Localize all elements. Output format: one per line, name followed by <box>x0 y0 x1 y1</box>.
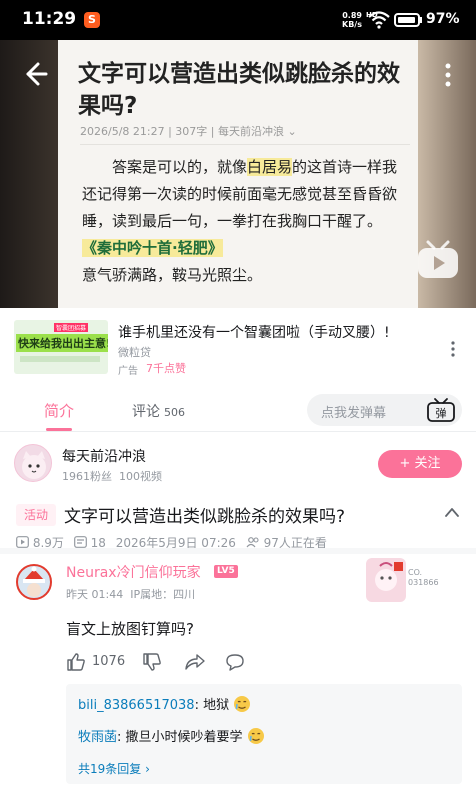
ad-thumbnail-bar <box>20 356 100 362</box>
uploader-name[interactable]: 每天前沿冲浪 <box>62 446 146 466</box>
play-tv-icon[interactable] <box>414 238 462 282</box>
wifi-icon <box>368 11 390 29</box>
danmaku-count-icon <box>73 536 87 548</box>
danmaku-placeholder: 点我发弹幕 <box>321 406 387 421</box>
article-meta: 2026/5/8 21:27 | 307字 | 每天前沿冲浪 ⌄ <box>80 125 297 138</box>
reply-text: : 撒旦小时候吵着要学 <box>117 730 243 745</box>
share-icon[interactable] <box>184 652 206 672</box>
activity-badge[interactable]: 活动 <box>16 504 56 526</box>
thumb-down-icon[interactable] <box>142 652 162 672</box>
article-text: 答案是可以的，就像 <box>112 158 248 176</box>
crying-emoji-icon <box>247 728 264 744</box>
comment-ip: IP属地：四川 <box>130 588 196 601</box>
tab-comments-label: 评论 <box>132 404 160 420</box>
thumb-up-icon[interactable] <box>66 652 86 672</box>
video-player[interactable]: 文字可以营造出类似跳脸杀的效果吗? 2026/5/8 21:27 | 307字 … <box>0 40 476 308</box>
poem-line: 意气骄满路，鞍马光照尘。 <box>82 266 263 284</box>
comment-count: 506 <box>164 406 185 419</box>
collapse-chevron-icon[interactable] <box>444 506 460 518</box>
reply-preview-box[interactable]: bili_83866517038: 地狱 牧雨菡: 撒旦小时候吵着要学 共19条… <box>66 684 462 784</box>
fan-badge-image[interactable] <box>366 558 406 602</box>
reply-item[interactable]: 牧雨菡: 撒旦小时候吵着要学 <box>78 726 265 745</box>
comment-text: 盲文上放图钉算吗? <box>66 620 194 638</box>
ad-banner[interactable]: 智囊团招募 快来给我出出主意! 谁手机里还没有一个智囊团啦（手动叉腰）! 微粒贷… <box>0 308 476 390</box>
comment-meta: 昨天 01:44 IP属地：四川 <box>66 586 195 602</box>
comment-actions: 1076 <box>66 650 266 674</box>
ad-advertiser: 微粒贷 <box>118 346 151 359</box>
uploader-video-count: 100视频 <box>119 470 162 483</box>
view-all-replies-link[interactable]: 共19条回复 › <box>78 760 150 777</box>
fan-badge-serial: 031866 <box>408 578 439 587</box>
uploader-card: 每天前沿冲浪 1961粉丝 100视频 + 关注 <box>0 432 476 494</box>
santa-avatar-icon <box>23 566 45 597</box>
fan-badge-number: CO. 031866 <box>408 568 439 588</box>
uploader-stats: 1961粉丝 100视频 <box>62 468 162 484</box>
tab-intro[interactable]: 简介 <box>44 400 74 421</box>
commenter-name[interactable]: Neurax冷门信仰玩家 <box>66 562 201 582</box>
comment-item: Neurax冷门信仰玩家 LV5 昨天 01:44 IP属地：四川 CO. 03… <box>0 554 476 800</box>
danmaku-input[interactable]: 点我发弹幕 弹 <box>307 394 462 426</box>
article-body: 答案是可以的，就像白居易的这首诗一样我还记得第一次读的时候前面毫无感觉甚至昏昏欲… <box>82 154 412 289</box>
comment-time: 昨天 01:44 <box>66 588 124 601</box>
article-title: 文字可以营造出类似跳脸杀的效果吗? <box>78 61 400 119</box>
play-count-icon <box>16 536 29 548</box>
network-speed-value: 0.89 <box>342 11 362 20</box>
poem-title: 《秦中吟十首·轻肥》 <box>82 239 223 257</box>
app-notification-icon: S <box>84 12 100 28</box>
danmaku-toggle-glyph: 弹 <box>436 406 447 420</box>
article-divider <box>80 144 410 145</box>
ad-thumbnail-tag: 智囊团招募 <box>54 323 89 332</box>
uploader-avatar[interactable] <box>14 444 52 482</box>
battery-percent: 97% <box>426 11 460 27</box>
level-badge: LV5 <box>214 565 238 578</box>
tab-active-indicator <box>46 428 72 431</box>
battery-icon <box>394 13 420 27</box>
status-time: 11:29 <box>22 9 77 29</box>
ad-more-icon[interactable] <box>448 340 458 358</box>
reply-user[interactable]: 牧雨菡 <box>78 730 117 745</box>
status-bar: 11:29 S 0.89 KB/s HD 97% <box>0 0 476 40</box>
commenter-avatar[interactable] <box>16 564 52 600</box>
reply-icon[interactable] <box>224 652 246 672</box>
more-options-icon[interactable] <box>438 62 458 88</box>
back-arrow-icon[interactable] <box>18 58 50 90</box>
reply-item[interactable]: bili_83866517038: 地狱 <box>78 694 251 713</box>
video-title-section: 活动 文字可以营造出类似跳脸杀的效果吗? 8.9万 18 2026年5月9日 0… <box>0 494 476 554</box>
reply-user[interactable]: bili_83866517038 <box>78 698 195 713</box>
fan-badge-prefix: CO. <box>408 568 423 577</box>
cat-avatar-icon <box>22 451 46 479</box>
tab-bar: 简介 评论 506 点我发弹幕 弹 <box>0 390 476 432</box>
uploader-fans: 1961粉丝 <box>62 470 112 483</box>
network-speed-unit: KB/s <box>342 20 362 29</box>
reply-text: : 地狱 <box>194 698 230 713</box>
battery-level <box>398 17 415 23</box>
fan-card-icon <box>375 562 403 591</box>
ad-title: 谁手机里还没有一个智囊团啦（手动叉腰）! <box>118 325 390 341</box>
ad-thumbnail: 智囊团招募 快来给我出出主意! <box>14 320 108 374</box>
article-paragraph: 答案是可以的，就像白居易的这首诗一样我还记得第一次读的时候前面毫无感觉甚至昏昏欲… <box>82 154 412 235</box>
crying-emoji-icon <box>234 696 251 712</box>
ad-thumbnail-text: 快来给我出出主意! <box>16 334 108 352</box>
watching-users-icon <box>246 537 259 548</box>
article-highlight: 白居易 <box>247 158 293 176</box>
video-title: 文字可以营造出类似跳脸杀的效果吗? <box>64 507 346 527</box>
like-count: 1076 <box>92 654 126 669</box>
network-speed: 0.89 KB/s <box>342 11 362 29</box>
tab-comments[interactable]: 评论 506 <box>132 401 185 421</box>
danmaku-toggle-icon[interactable]: 弹 <box>424 396 458 424</box>
follow-button[interactable]: + 关注 <box>378 450 462 478</box>
ad-likes: 7千点赞 <box>146 362 186 375</box>
battery-tip <box>420 17 422 23</box>
ad-label: 广告 <box>118 366 138 377</box>
